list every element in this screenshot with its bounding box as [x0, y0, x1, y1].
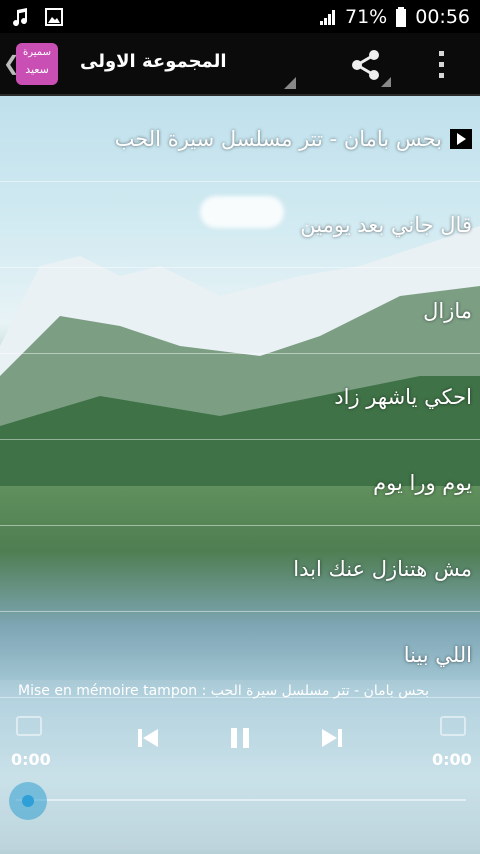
song-title: احكي ياشهر زاد [334, 384, 472, 409]
song-list: بحس بامان - تتر مسلسل سيرة الحب قال جاني… [0, 96, 480, 698]
song-item[interactable]: يوم ورا يوم [0, 440, 480, 526]
seek-bar[interactable] [16, 799, 466, 801]
overflow-menu-button[interactable] [432, 47, 450, 83]
now-playing-icon [450, 128, 472, 149]
app-icon-text-bottom: سعيد [25, 63, 49, 76]
song-item[interactable]: احكي ياشهر زاد [0, 354, 480, 440]
song-item[interactable]: مش هتنازل عنك ابدا [0, 526, 480, 612]
next-button[interactable] [318, 724, 346, 752]
song-title: قال جاني بعد يومين [300, 212, 472, 237]
elapsed-time: 0:00 [11, 750, 51, 769]
seek-thumb[interactable] [9, 782, 47, 820]
shuffle-icon[interactable] [440, 716, 466, 736]
repeat-icon[interactable] [16, 716, 42, 736]
app-bar: ❮ سميرة سعيد المجموعة الاولى [0, 33, 480, 96]
battery-icon [395, 6, 407, 27]
pause-button[interactable] [226, 724, 254, 752]
app-icon[interactable]: سميرة سعيد [16, 43, 58, 85]
song-title: مازال [423, 298, 472, 323]
music-note-icon [10, 7, 30, 27]
overflow-dot-icon [438, 73, 444, 78]
song-title: اللي بينا [403, 642, 472, 667]
playlist-title[interactable]: المجموعة الاولى [80, 51, 227, 72]
app-icon-text-top: سميرة [23, 47, 51, 58]
player-panel: Mise en mémoire tampon : بحس بامان - تتر… [0, 680, 480, 850]
battery-percent: 71% [345, 5, 388, 28]
song-title: بحس بامان - تتر مسلسل سيرة الحب [114, 126, 442, 151]
image-icon [44, 7, 64, 27]
song-item[interactable]: بحس بامان - تتر مسلسل سيرة الحب [0, 96, 480, 182]
clock: 00:56 [415, 5, 470, 28]
buffering-status: Mise en mémoire tampon : بحس بامان - تتر… [18, 683, 430, 699]
signal-icon [319, 8, 337, 26]
share-button[interactable] [348, 47, 384, 83]
previous-button[interactable] [134, 724, 162, 752]
total-time: 0:00 [432, 750, 472, 769]
song-item[interactable]: مازال [0, 268, 480, 354]
share-dropdown-indicator-icon [381, 77, 391, 87]
song-item[interactable]: قال جاني بعد يومين [0, 182, 480, 268]
share-icon [352, 50, 379, 80]
dropdown-indicator-icon [284, 77, 296, 89]
overflow-dot-icon [438, 62, 444, 67]
content-area: بحس بامان - تتر مسلسل سيرة الحب قال جاني… [0, 96, 480, 854]
song-title: مش هتنازل عنك ابدا [293, 556, 472, 581]
status-bar: 71% 00:56 [0, 0, 480, 33]
song-title: يوم ورا يوم [373, 470, 472, 495]
overflow-dot-icon [438, 51, 444, 56]
